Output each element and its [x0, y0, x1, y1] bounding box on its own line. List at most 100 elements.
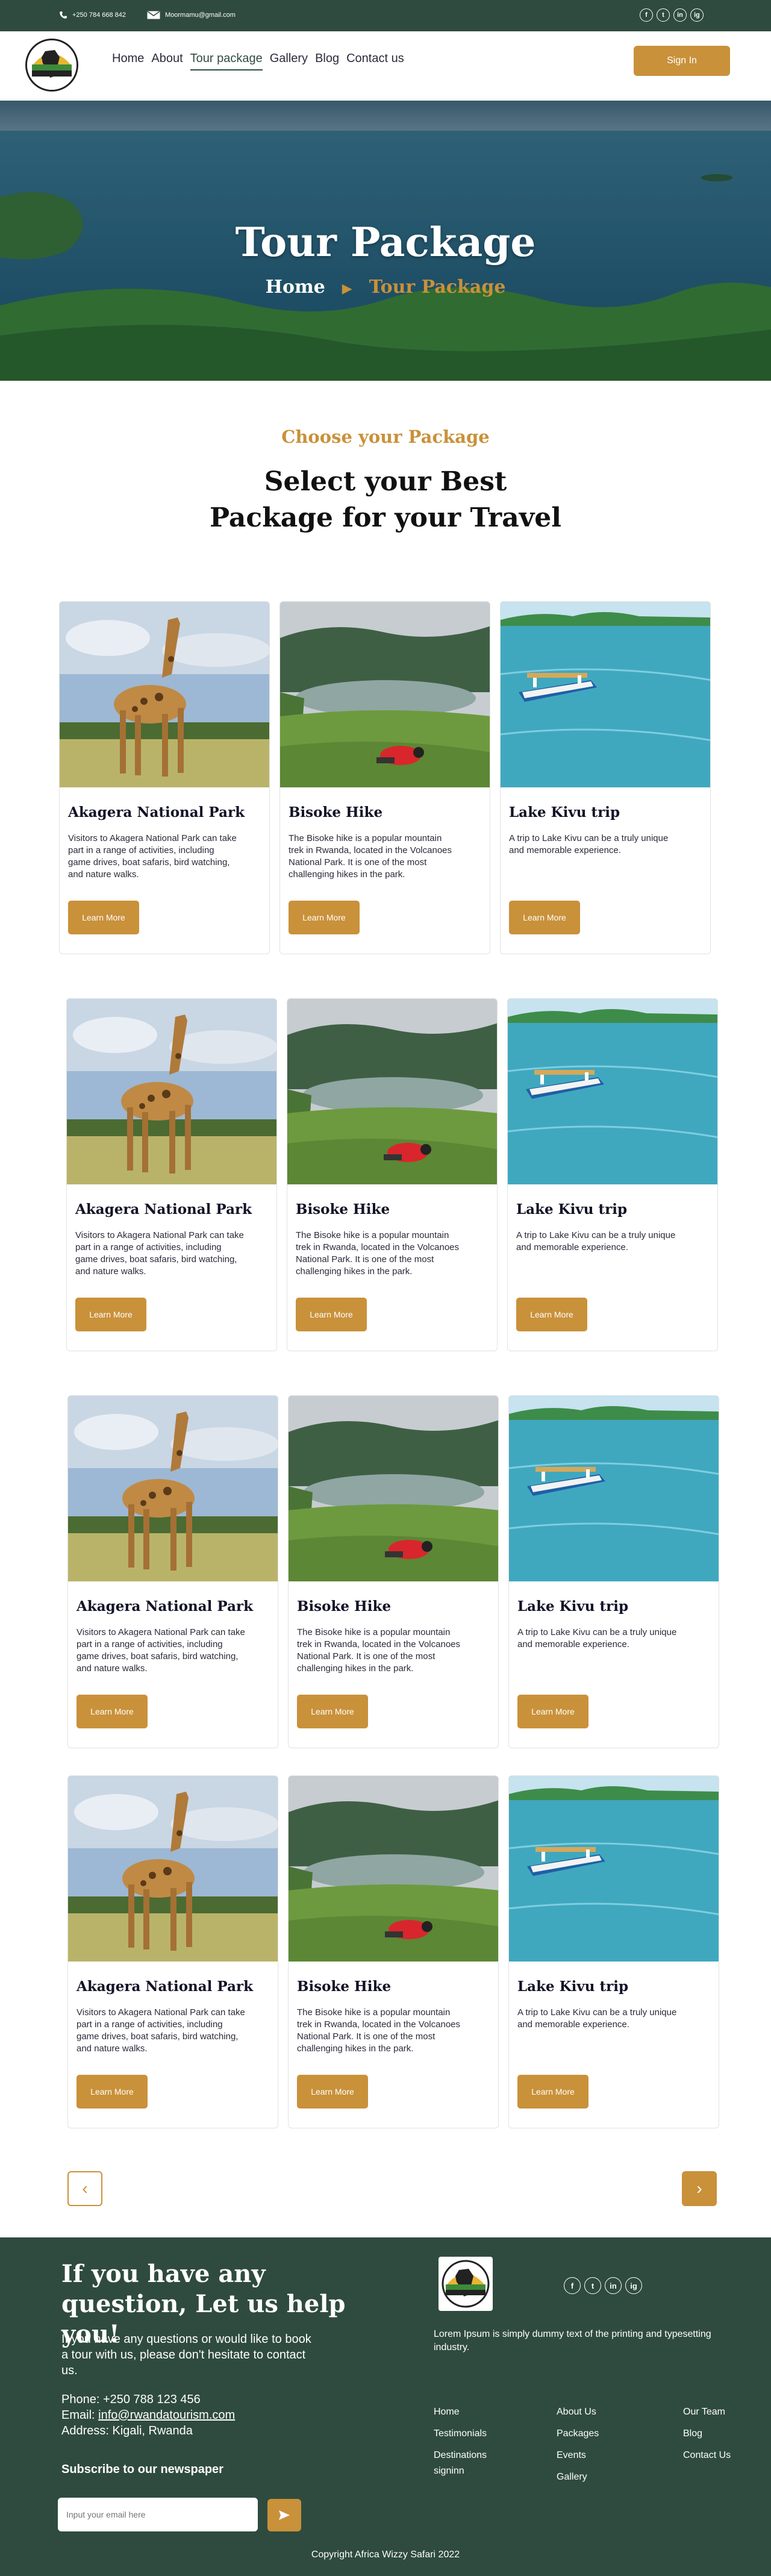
copyright-text: Copyright Africa Wizzy Safari 2022 [311, 2549, 460, 2560]
package-card: Bisoke Hike The Bisoke hike is a popular … [288, 1395, 499, 1748]
package-card: Akagera National Park Visitors to Akagera… [67, 1775, 278, 2128]
footer-logo[interactable] [439, 2257, 493, 2311]
footer-links-col-2: About Us Packages Events Gallery [557, 2401, 599, 2488]
package-card: Akagera National Park Visitors to Akagera… [66, 998, 277, 1351]
learn-more-button[interactable]: Learn More [297, 2075, 368, 2109]
package-description: Visitors to Akagera National Park can ta… [75, 1230, 244, 1277]
newsletter-email-input[interactable] [58, 2498, 258, 2531]
next-page-button[interactable]: › [682, 2171, 717, 2206]
breadcrumb-home[interactable]: Home [266, 277, 325, 298]
logo-mark [27, 40, 76, 90]
learn-more-button[interactable]: Learn More [516, 1298, 587, 1331]
package-photo [68, 1396, 278, 1581]
hero-title: Tour Package [235, 219, 536, 266]
footer-phone: Phone: +250 788 123 456 [61, 2393, 201, 2406]
footer-link-about-us[interactable]: About Us [557, 2401, 599, 2423]
package-card: Akagera National Park Visitors to Akagera… [67, 1395, 278, 1748]
footer-link-testimonials[interactable]: Testimonials [434, 2423, 487, 2445]
learn-more-button[interactable]: Learn More [297, 1695, 368, 1728]
package-description: The Bisoke hike is a popular mountain tr… [297, 2007, 461, 2054]
package-card: Lake Kivu trip A trip to Lake Kivu can be… [508, 1395, 719, 1748]
package-photo [501, 602, 710, 787]
package-title: Bisoke Hike [297, 1978, 392, 1995]
package-title: Bisoke Hike [289, 804, 383, 821]
package-description: The Bisoke hike is a popular mountain tr… [296, 1230, 460, 1277]
footer-contact: Phone: +250 788 123 456 Email: info@rwan… [61, 2392, 235, 2439]
footer-link-contact-us[interactable]: Contact Us [683, 2445, 731, 2466]
package-photo [508, 999, 717, 1184]
nav-about[interactable]: About [151, 52, 183, 70]
nav-home[interactable]: Home [112, 52, 144, 70]
phone-contact[interactable]: +250 784 668 842 [59, 11, 126, 19]
package-description: A trip to Lake Kivu can be a truly uniqu… [516, 1230, 676, 1252]
learn-more-button[interactable]: Learn More [68, 901, 139, 934]
footer-link-gallery[interactable]: Gallery [557, 2466, 599, 2488]
subscribe-send-button[interactable] [267, 2499, 301, 2531]
learn-more-button[interactable]: Learn More [296, 1298, 367, 1331]
learn-more-button[interactable]: Learn More [75, 1298, 146, 1331]
nav-gallery[interactable]: Gallery [270, 52, 308, 70]
learn-more-button[interactable]: Learn More [289, 901, 360, 934]
breadcrumb-current: Tour Package [369, 277, 506, 298]
footer-email-link[interactable]: info@rwandatourism.com [98, 2409, 235, 2422]
learn-more-button[interactable]: Learn More [517, 2075, 588, 2109]
nav-contact-us[interactable]: Contact us [346, 52, 404, 70]
learn-more-button[interactable]: Learn More [517, 1695, 588, 1728]
package-card: Bisoke Hike The Bisoke hike is a popular … [279, 601, 490, 954]
previous-page-button[interactable]: ‹ [67, 2171, 102, 2206]
footer: If you have any question, Let us help yo… [0, 2237, 771, 2576]
nav-tour-package[interactable]: Tour package [190, 52, 263, 70]
package-photo [280, 602, 490, 787]
package-photo [509, 1396, 719, 1581]
caret-right-icon: ▶ [342, 281, 352, 296]
section-heading: Select your Best Package for your Travel [210, 466, 561, 533]
footer-social-links: f t in ig [564, 2277, 642, 2294]
package-title: Lake Kivu trip [517, 1978, 629, 1995]
package-card: Bisoke Hike The Bisoke hike is a popular … [287, 998, 498, 1351]
footer-link-packages[interactable]: Packages [557, 2423, 599, 2445]
instagram-icon[interactable]: ig [690, 8, 704, 22]
sign-in-button[interactable]: Sign In [634, 46, 730, 76]
footer-links-col-3: Our Team Blog Contact Us [683, 2401, 731, 2466]
package-description: The Bisoke hike is a popular mountain tr… [297, 1627, 461, 1674]
linkedin-icon[interactable]: in [605, 2277, 622, 2294]
package-photo [287, 999, 497, 1184]
package-description: A trip to Lake Kivu can be a truly uniqu… [517, 2007, 677, 2030]
chevron-right-icon: › [696, 2179, 702, 2198]
package-photo [67, 999, 276, 1184]
facebook-icon[interactable]: f [564, 2277, 581, 2294]
footer-link-blog[interactable]: Blog [683, 2423, 731, 2445]
site-logo[interactable] [25, 39, 78, 92]
package-description: A trip to Lake Kivu can be a truly uniqu… [509, 833, 669, 855]
nav-blog[interactable]: Blog [315, 52, 339, 70]
main-nav: Home About Tour package Gallery Blog Con… [112, 52, 404, 70]
section-eyebrow: Choose your Package [281, 427, 490, 447]
package-card: Bisoke Hike The Bisoke hike is a popular … [288, 1775, 499, 2128]
email-contact[interactable]: Moormamu@gmail.com [147, 11, 236, 19]
package-card: Lake Kivu trip A trip to Lake Kivu can be… [508, 1775, 719, 2128]
instagram-icon[interactable]: ig [625, 2277, 642, 2294]
learn-more-button[interactable]: Learn More [76, 1695, 148, 1728]
footer-link-our-team[interactable]: Our Team [683, 2401, 731, 2423]
package-photo [509, 1776, 719, 1962]
package-photo [289, 1396, 498, 1581]
facebook-icon[interactable]: f [640, 8, 653, 22]
phone-number: +250 784 668 842 [72, 11, 126, 19]
twitter-icon[interactable]: t [657, 8, 670, 22]
linkedin-icon[interactable]: in [673, 8, 687, 22]
package-title: Lake Kivu trip [509, 804, 620, 821]
hero-banner: Tour Package Home ▶ Tour Package [0, 101, 771, 381]
package-description: Visitors to Akagera National Park can ta… [76, 2007, 245, 2054]
footer-link-events[interactable]: Events [557, 2445, 599, 2466]
package-title: Akagera National Park [75, 1201, 252, 1218]
package-title: Akagera National Park [76, 1978, 254, 1995]
twitter-icon[interactable]: t [584, 2277, 601, 2294]
send-icon [279, 2510, 290, 2520]
package-card: Lake Kivu trip A trip to Lake Kivu can be… [507, 998, 718, 1351]
learn-more-button[interactable]: Learn More [76, 2075, 148, 2109]
subscribe-heading: Subscribe to our newspaper [61, 2463, 223, 2476]
package-card: Akagera National Park Visitors to Akagera… [59, 601, 270, 954]
learn-more-button[interactable]: Learn More [509, 901, 580, 934]
package-card: Lake Kivu trip A trip to Lake Kivu can be… [500, 601, 711, 954]
footer-link-home[interactable]: Home [434, 2401, 487, 2423]
